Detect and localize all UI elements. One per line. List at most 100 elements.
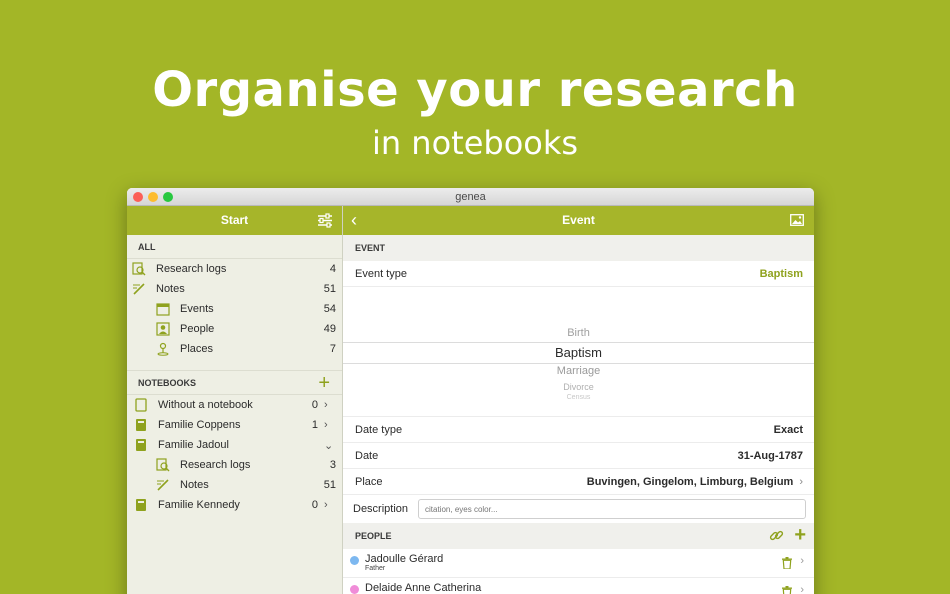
picker-option-selected[interactable]: Baptism xyxy=(343,345,814,360)
notebook-label: Research logs xyxy=(180,459,251,471)
event-type-row[interactable]: Event type Baptism xyxy=(343,261,814,287)
picker-selection-line xyxy=(343,363,814,364)
person-row[interactable]: Jadoulle Gérard Father › xyxy=(343,549,814,578)
chevron-down-icon[interactable]: ⌄ xyxy=(324,439,334,452)
sidebar-item-count: 49 xyxy=(323,323,336,335)
chevron-right-icon: › xyxy=(799,475,803,488)
event-section-title: EVENT xyxy=(343,235,814,261)
notebook-sub-research-logs[interactable]: Research logs 3 xyxy=(127,455,342,475)
research-log-icon xyxy=(156,458,170,472)
notebook-count: 0 xyxy=(311,499,318,511)
note-icon xyxy=(132,282,146,296)
place-row[interactable]: Place Buvingen, Gingelom, Limburg, Belgi… xyxy=(343,469,814,495)
sidebar-item-label: Notes xyxy=(156,283,185,295)
notebook-label: Familie Coppens xyxy=(158,419,241,431)
chevron-right-icon[interactable]: › xyxy=(800,584,804,594)
person-role: Father xyxy=(365,565,386,572)
notebook-sub-notes[interactable]: Notes 51 xyxy=(127,475,342,495)
notebook-count: 1 xyxy=(311,419,318,431)
notebook-item-without[interactable]: Without a notebook 0 › xyxy=(127,395,342,415)
minimize-window-button[interactable] xyxy=(148,192,158,202)
sidebar-item-count: 4 xyxy=(329,263,336,275)
sidebar-item-notes[interactable]: Notes 51 xyxy=(127,279,342,299)
person-color-dot xyxy=(350,556,359,565)
calendar-icon xyxy=(156,302,170,316)
notebook-label: Familie Kennedy xyxy=(158,499,240,511)
section-notebooks-title: NOTEBOOKS + xyxy=(127,371,342,395)
zoom-window-button[interactable] xyxy=(163,192,173,202)
notebook-item-coppens[interactable]: Familie Coppens 1 › xyxy=(127,415,342,435)
person-color-dot xyxy=(350,585,359,594)
date-label: Date xyxy=(355,449,379,462)
notebook-label: Notes xyxy=(180,479,209,491)
close-window-button[interactable] xyxy=(133,192,143,202)
sidebar-item-research-logs[interactable]: Research logs 4 xyxy=(127,259,342,279)
trash-icon[interactable] xyxy=(782,586,792,594)
picker-option[interactable]: Divorce xyxy=(343,382,814,392)
picker-selection-line xyxy=(343,342,814,343)
note-icon xyxy=(156,478,170,492)
sidebar-item-count: 54 xyxy=(323,303,336,315)
research-log-icon xyxy=(132,262,146,276)
chevron-right-icon[interactable]: › xyxy=(324,419,334,431)
picker-option[interactable]: Marriage xyxy=(343,365,814,377)
event-detail-panel: ‹ Event EVENT Event type Baptism Birth B… xyxy=(343,206,814,594)
link-icon[interactable] xyxy=(769,528,784,543)
notebook-icon xyxy=(134,418,148,432)
back-chevron-icon[interactable]: ‹ xyxy=(351,206,357,235)
place-label: Place xyxy=(355,475,383,488)
headline: Organise your research xyxy=(152,62,798,118)
spacer xyxy=(127,359,342,371)
sliders-icon[interactable] xyxy=(317,213,333,228)
person-name: Delaide Anne Catherina xyxy=(365,582,482,594)
event-type-picker[interactable]: Birth Baptism Marriage Divorce Census xyxy=(343,287,814,417)
sidebar-item-places[interactable]: Places 7 xyxy=(127,339,342,359)
person-icon xyxy=(156,322,170,336)
sidebar-item-label: Places xyxy=(180,343,214,355)
main-header: ‹ Event xyxy=(343,206,814,235)
person-row[interactable]: Delaide Anne Catherina › xyxy=(343,578,814,594)
app-window: genea Start ALL Research logs 4 Notes 51… xyxy=(127,188,814,594)
notebook-item-jadoul[interactable]: Familie Jadoul ⌄ xyxy=(127,435,342,455)
picker-option[interactable]: Birth xyxy=(343,327,814,339)
section-all-title: ALL xyxy=(127,235,342,259)
sidebar-item-label: Research logs xyxy=(156,263,227,275)
notebook-count: 0 xyxy=(311,399,318,411)
date-type-label: Date type xyxy=(355,423,403,436)
description-row: Description xyxy=(343,495,814,523)
notebook-icon xyxy=(134,438,148,452)
description-input[interactable] xyxy=(418,499,806,519)
sidebar-item-count: 7 xyxy=(329,343,336,355)
event-type-label: Event type xyxy=(355,267,407,280)
chevron-right-icon[interactable]: › xyxy=(324,399,334,411)
add-person-plus-icon[interactable]: + xyxy=(794,525,806,545)
notebook-label: Without a notebook xyxy=(158,399,253,411)
notebook-label: Familie Jadoul xyxy=(158,439,229,451)
image-icon[interactable] xyxy=(790,214,804,226)
subheadline: in notebooks xyxy=(371,124,579,162)
sidebar-item-label: People xyxy=(180,323,215,335)
chevron-right-icon[interactable]: › xyxy=(324,499,334,511)
add-notebook-plus-icon[interactable]: + xyxy=(318,373,330,393)
people-section-title: PEOPLE xyxy=(355,531,392,541)
picker-option[interactable]: Census xyxy=(343,394,814,402)
sidebar-title: Start xyxy=(220,213,249,227)
chevron-right-icon[interactable]: › xyxy=(800,555,804,567)
date-type-value: Exact xyxy=(773,423,803,436)
sidebar-item-events[interactable]: Events 54 xyxy=(127,299,342,319)
person-name: Jadoulle Gérard xyxy=(365,553,444,565)
notebook-outline-icon xyxy=(134,398,148,412)
sidebar-item-people[interactable]: People 49 xyxy=(127,319,342,339)
date-row[interactable]: Date 31-Aug-1787 xyxy=(343,443,814,469)
map-pin-icon xyxy=(156,342,170,356)
sidebar-header: Start xyxy=(127,206,342,235)
trash-icon[interactable] xyxy=(782,557,792,569)
date-value: 31-Aug-1787 xyxy=(737,449,803,462)
titlebar: genea xyxy=(127,188,814,206)
sidebar: Start ALL Research logs 4 Notes 51 Event… xyxy=(127,206,343,594)
notebook-item-kennedy[interactable]: Familie Kennedy 0 › xyxy=(127,495,342,515)
people-tools: + xyxy=(769,525,806,545)
date-type-row[interactable]: Date type Exact xyxy=(343,417,814,443)
notebooks-title: NOTEBOOKS xyxy=(138,378,197,388)
description-label: Description xyxy=(353,503,409,515)
